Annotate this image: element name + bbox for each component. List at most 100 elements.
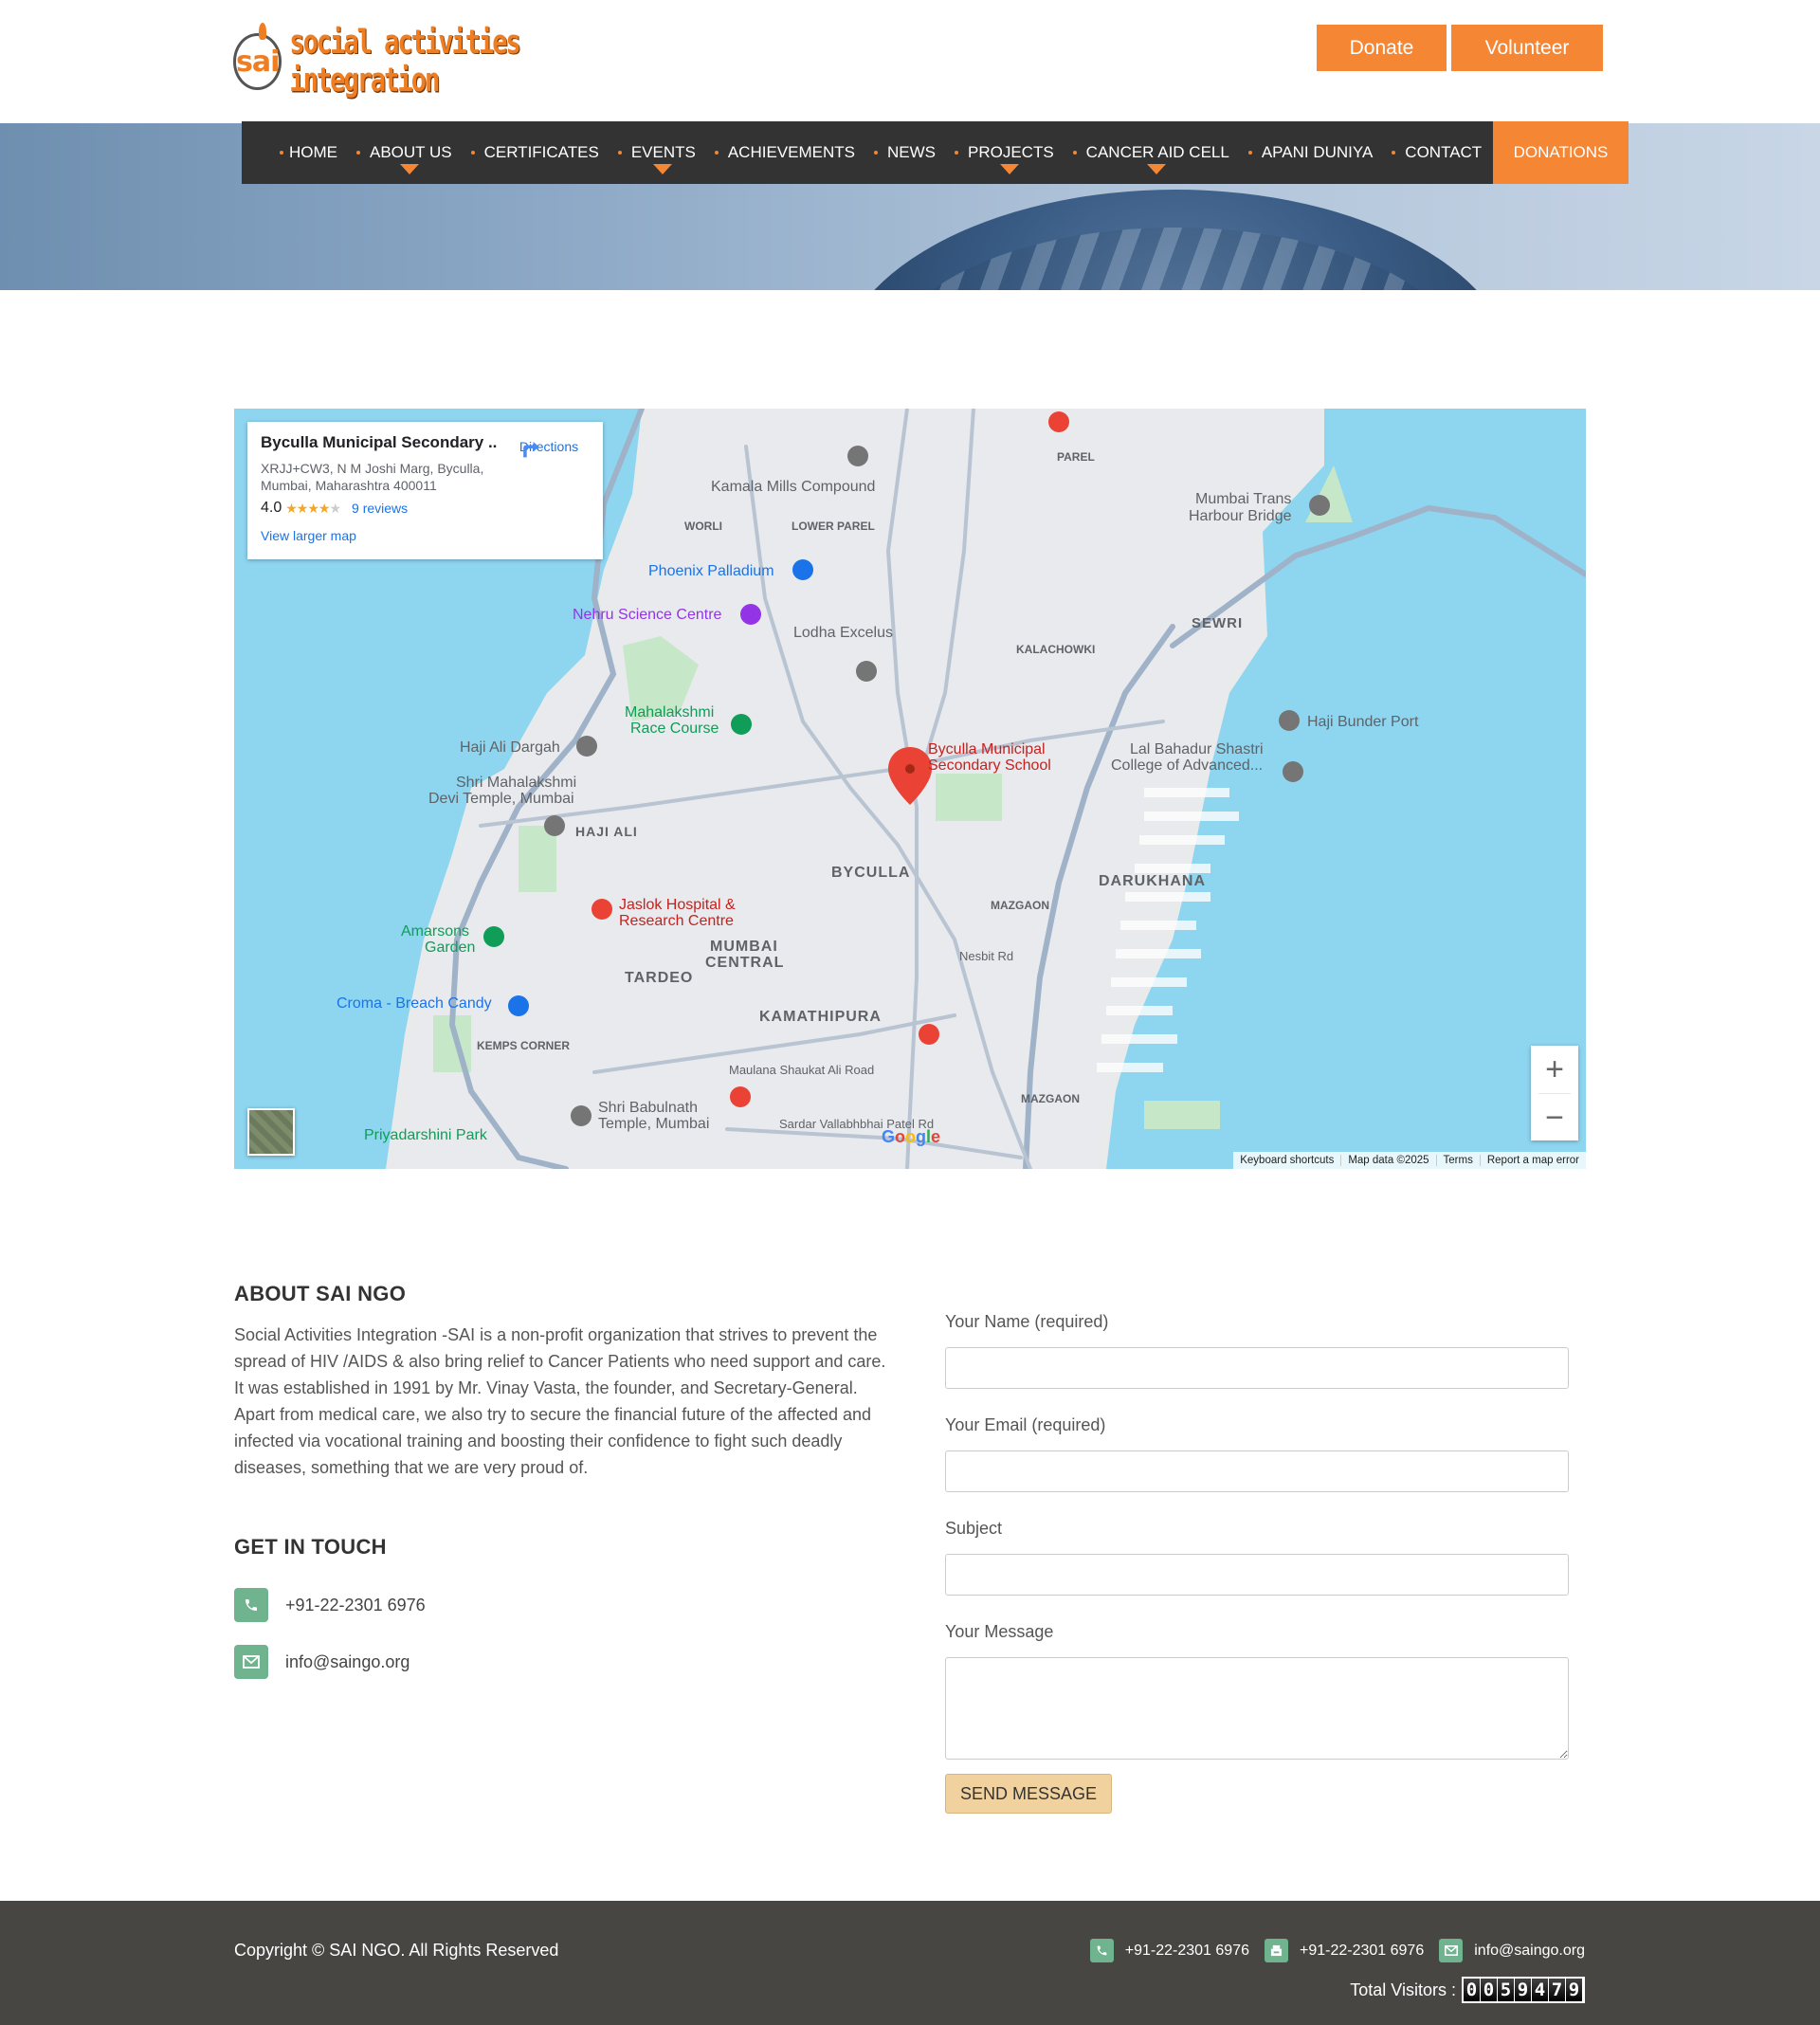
- zoom-out-button[interactable]: −: [1531, 1094, 1578, 1141]
- message-field[interactable]: [945, 1657, 1569, 1760]
- nav-label: ACHIEVEMENTS: [727, 143, 855, 161]
- svg-text:Maulana Shaukat Ali Road: Maulana Shaukat Ali Road: [729, 1063, 874, 1077]
- place-info-card: Byculla Municipal Secondary ... XRJJ+CW3…: [247, 422, 603, 559]
- nav-item-certificates[interactable]: CERTIFICATES: [467, 121, 614, 184]
- about-title: ABOUT SAI NGO: [234, 1282, 407, 1305]
- name-group: Your Name (required): [945, 1312, 1569, 1389]
- message-label: Your Message: [945, 1622, 1054, 1641]
- svg-text:Harbour Bridge: Harbour Bridge: [1189, 508, 1292, 524]
- svg-text:Haji Ali Dargah: Haji Ali Dargah: [460, 739, 560, 756]
- site-footer: Copyright © SAI NGO. All Rights Reserved…: [0, 1901, 1820, 2025]
- footer-email[interactable]: info@saingo.org: [1439, 1939, 1585, 1962]
- dropdown-caret-icon: [1147, 164, 1167, 174]
- svg-text:Nehru Science Centre: Nehru Science Centre: [573, 607, 722, 623]
- site-header: sai social activities integration Donate…: [0, 0, 1820, 123]
- contact-phone[interactable]: +91-22-2301 6976: [234, 1588, 426, 1622]
- svg-text:Devi Temple, Mumbai: Devi Temple, Mumbai: [428, 791, 574, 807]
- keyboard-shortcuts-link[interactable]: Keyboard shortcuts: [1233, 1155, 1340, 1166]
- dropdown-caret-icon: [400, 164, 420, 174]
- directions-icon: [523, 442, 539, 458]
- zoom-in-button[interactable]: +: [1531, 1046, 1578, 1093]
- svg-text:MAZGAON: MAZGAON: [991, 899, 1049, 912]
- nav-item-home[interactable]: HOME: [242, 121, 353, 184]
- counter-digit: 9: [1566, 1979, 1582, 2001]
- nav-item-apani-duniya[interactable]: APANI DUNIYA: [1245, 121, 1388, 184]
- visitor-digits: 0 0 5 9 4 7 9: [1462, 1977, 1585, 2003]
- logo-mark-text: sai: [236, 45, 280, 79]
- nav-label: NEWS: [886, 143, 936, 161]
- svg-text:Amarsons: Amarsons: [401, 923, 469, 940]
- volunteer-button[interactable]: Volunteer: [1451, 25, 1603, 71]
- satellite-toggle[interactable]: [247, 1108, 295, 1156]
- svg-text:BYCULLA: BYCULLA: [831, 865, 910, 881]
- nav-item-events[interactable]: EVENTS: [614, 121, 711, 184]
- svg-text:KEMPS CORNER: KEMPS CORNER: [477, 1039, 570, 1052]
- svg-text:Secondary School: Secondary School: [928, 757, 1051, 774]
- phone-icon: [1089, 1939, 1114, 1962]
- nav-item-projects[interactable]: PROJECTS: [951, 121, 1069, 184]
- svg-text:Croma - Breach Candy: Croma - Breach Candy: [337, 995, 492, 1012]
- phone-icon: [234, 1588, 268, 1622]
- svg-text:Race Course: Race Course: [630, 721, 719, 737]
- name-label: Your Name (required): [945, 1312, 1109, 1331]
- svg-text:Priyadarshini Park: Priyadarshini Park: [364, 1127, 488, 1143]
- contact-email-text: info@saingo.org: [285, 1651, 410, 1671]
- map-attribution: Keyboard shortcuts Map data ©2025 Terms …: [1233, 1152, 1586, 1169]
- place-address: XRJJ+CW3, N M Joshi Marg, Byculla, Mumba…: [261, 461, 484, 493]
- dropdown-caret-icon: [1000, 164, 1020, 174]
- svg-text:MAZGAON: MAZGAON: [1021, 1092, 1080, 1105]
- google-map-embed[interactable]: Kamala Mills Compound PAREL WORLI LOWER …: [234, 409, 1586, 1169]
- get-in-touch-title: GET IN TOUCH: [234, 1535, 387, 1559]
- svg-text:College of Advanced...: College of Advanced...: [1111, 757, 1263, 774]
- svg-text:HAJI ALI: HAJI ALI: [575, 824, 638, 839]
- name-field[interactable]: [945, 1347, 1569, 1389]
- email-label: Your Email (required): [945, 1415, 1106, 1434]
- fax-icon: [1265, 1939, 1288, 1962]
- footer-fax[interactable]: +91-22-2301 6976: [1265, 1939, 1424, 1962]
- rating-value: 4.0: [261, 500, 282, 516]
- terms-link[interactable]: Terms: [1435, 1155, 1480, 1166]
- svg-text:Nesbit Rd: Nesbit Rd: [959, 949, 1013, 963]
- site-logo[interactable]: sai social activities integration: [233, 23, 537, 100]
- svg-text:MUMBAI: MUMBAI: [710, 939, 778, 955]
- svg-text:LOWER PAREL: LOWER PAREL: [792, 520, 875, 533]
- footer-fax-text: +91-22-2301 6976: [1300, 1942, 1425, 1959]
- nav-item-news[interactable]: NEWS: [870, 121, 951, 184]
- svg-text:Byculla Municipal: Byculla Municipal: [928, 741, 1046, 757]
- place-title: Byculla Municipal Secondary ...: [261, 433, 498, 451]
- directions-button[interactable]: Directions: [516, 435, 582, 458]
- svg-text:Mumbai Trans: Mumbai Trans: [1195, 491, 1291, 507]
- svg-text:Jaslok Hospital &: Jaslok Hospital &: [619, 897, 736, 913]
- about-text: Social Activities Integration -SAI is a …: [234, 1325, 886, 1477]
- email-field[interactable]: [945, 1450, 1569, 1492]
- donate-button[interactable]: Donate: [1317, 25, 1447, 71]
- send-message-button[interactable]: SEND MESSAGE: [945, 1774, 1112, 1814]
- logo-mark: sai: [233, 23, 282, 90]
- nav-item-about-us[interactable]: ABOUT US: [353, 121, 467, 184]
- counter-digit: 5: [1498, 1979, 1514, 2001]
- subject-label: Subject: [945, 1519, 1003, 1538]
- envelope-icon: [1439, 1939, 1464, 1962]
- view-larger-map-link[interactable]: View larger map: [261, 528, 590, 543]
- svg-text:Mahalakshmi: Mahalakshmi: [625, 704, 714, 721]
- reviews-link[interactable]: 9 reviews: [352, 501, 408, 516]
- nav-item-contact[interactable]: CONTACT: [1388, 121, 1497, 184]
- subject-field[interactable]: [945, 1554, 1569, 1596]
- svg-text:Shri Mahalakshmi: Shri Mahalakshmi: [456, 775, 576, 791]
- svg-text:DARUKHANA: DARUKHANA: [1099, 873, 1206, 889]
- contact-email[interactable]: info@saingo.org: [234, 1645, 410, 1679]
- visitors-label: Total Visitors :: [1350, 1979, 1456, 1999]
- footer-phone[interactable]: +91-22-2301 6976: [1089, 1939, 1249, 1962]
- nav-item-cancer-aid-cell[interactable]: CANCER AID CELL: [1069, 121, 1245, 184]
- nav-item-donations[interactable]: DONATIONS: [1493, 121, 1629, 184]
- svg-text:Lal Bahadur Shastri: Lal Bahadur Shastri: [1130, 741, 1264, 757]
- nav-label: CONTACT: [1405, 143, 1483, 161]
- email-group: Your Email (required): [945, 1415, 1569, 1492]
- visitor-counter: Total Visitors : 0 0 5 9 4 7 9: [1350, 1977, 1585, 2003]
- nav-item-achievements[interactable]: ACHIEVEMENTS: [711, 121, 870, 184]
- svg-text:Lodha Excelus: Lodha Excelus: [793, 625, 893, 641]
- counter-digit: 0: [1464, 1979, 1480, 2001]
- nav-label: ABOUT US: [370, 143, 452, 161]
- envelope-icon: [234, 1645, 268, 1679]
- report-error-link[interactable]: Report a map error: [1479, 1155, 1586, 1166]
